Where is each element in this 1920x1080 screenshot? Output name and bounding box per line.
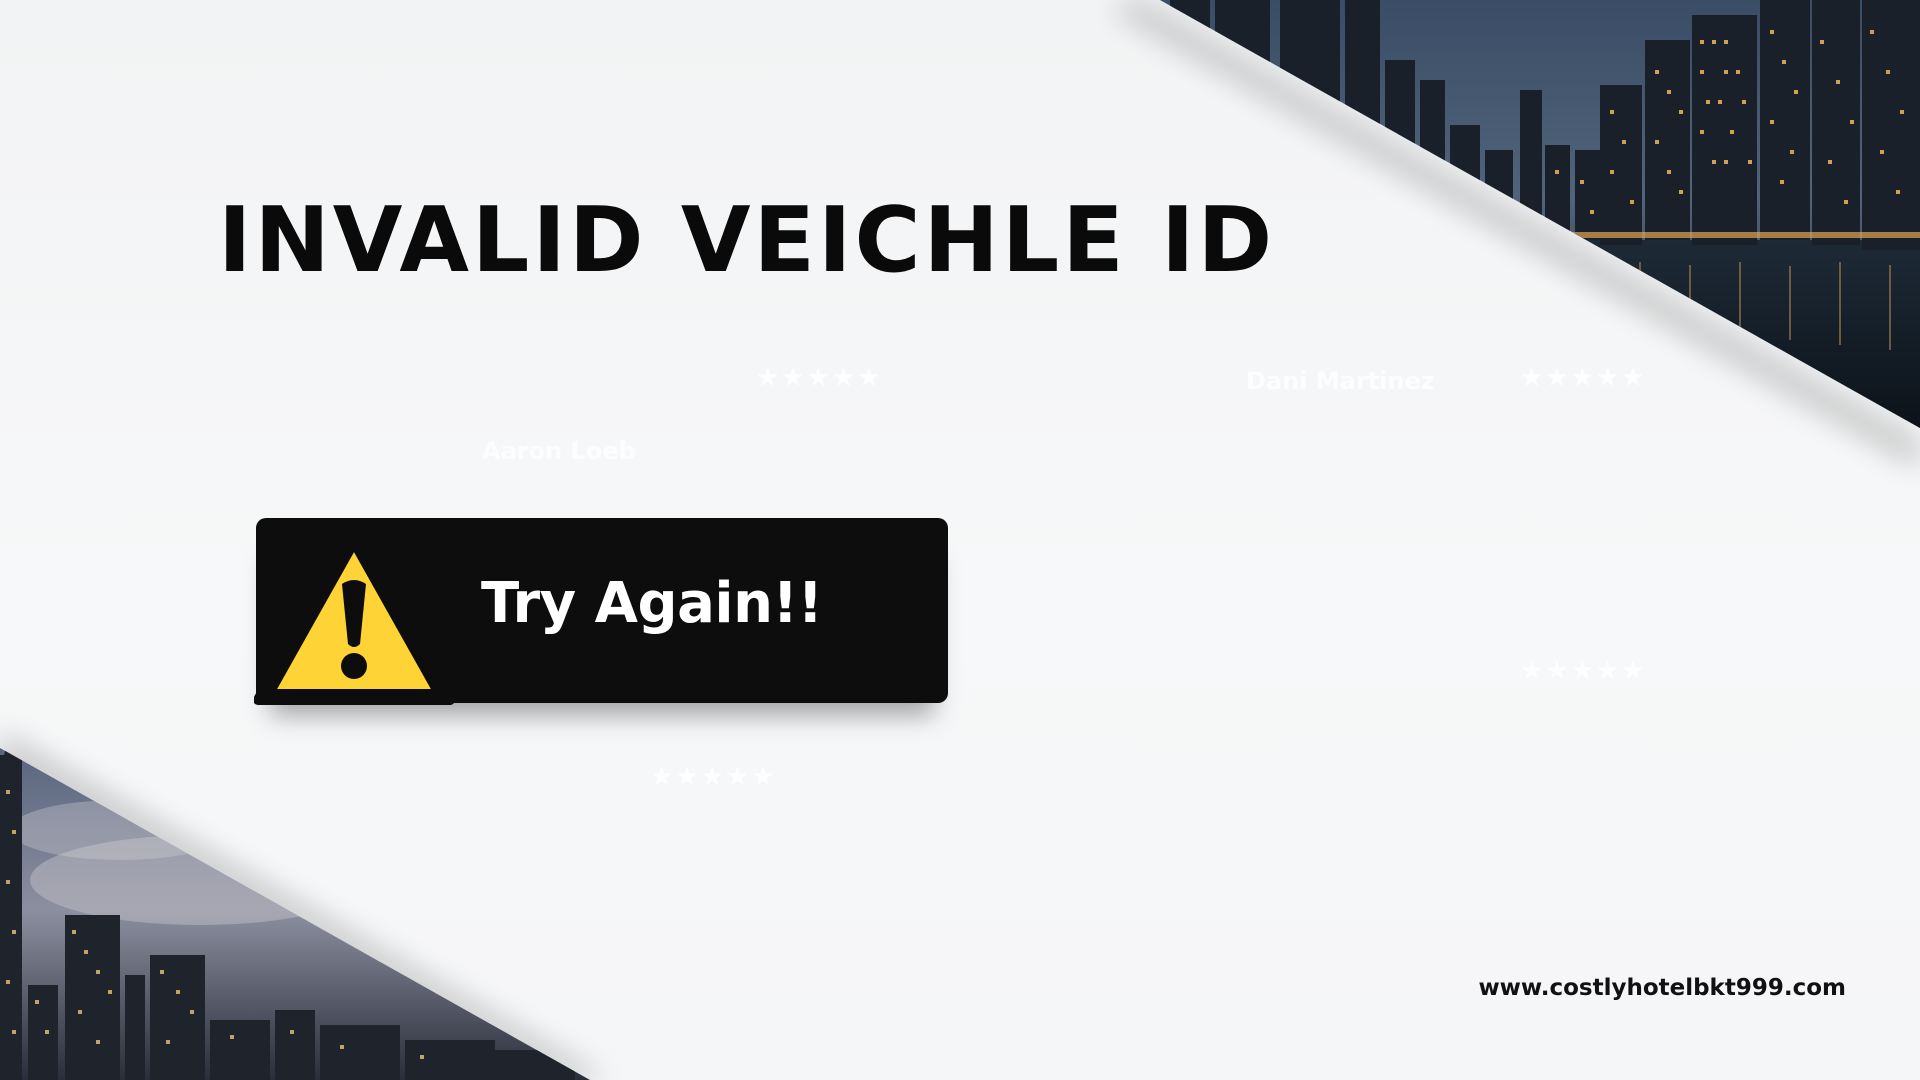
warning-triangle-icon: [254, 524, 454, 705]
page-title: INVALID VEICHLE ID: [218, 188, 1276, 293]
try-again-label: Try Again!!: [481, 571, 823, 636]
rating-stars-4: ★★★★★: [650, 762, 777, 792]
website-url[interactable]: www.costlyhotelbkt999.com: [1478, 975, 1846, 1001]
testimonial-name-2: Dani Martinez: [1246, 367, 1435, 395]
error-page: INVALID VEICHLE ID Aaron Loeb Dani Marti…: [0, 0, 1920, 1080]
try-again-button[interactable]: Try Again!!: [254, 518, 948, 705]
rating-stars-2: ★★★★★: [1520, 363, 1647, 393]
rating-stars-3: ★★★★★: [1520, 656, 1647, 686]
rating-stars-1: ★★★★★: [756, 363, 883, 393]
testimonial-name-1: Aaron Loeb: [482, 437, 636, 465]
